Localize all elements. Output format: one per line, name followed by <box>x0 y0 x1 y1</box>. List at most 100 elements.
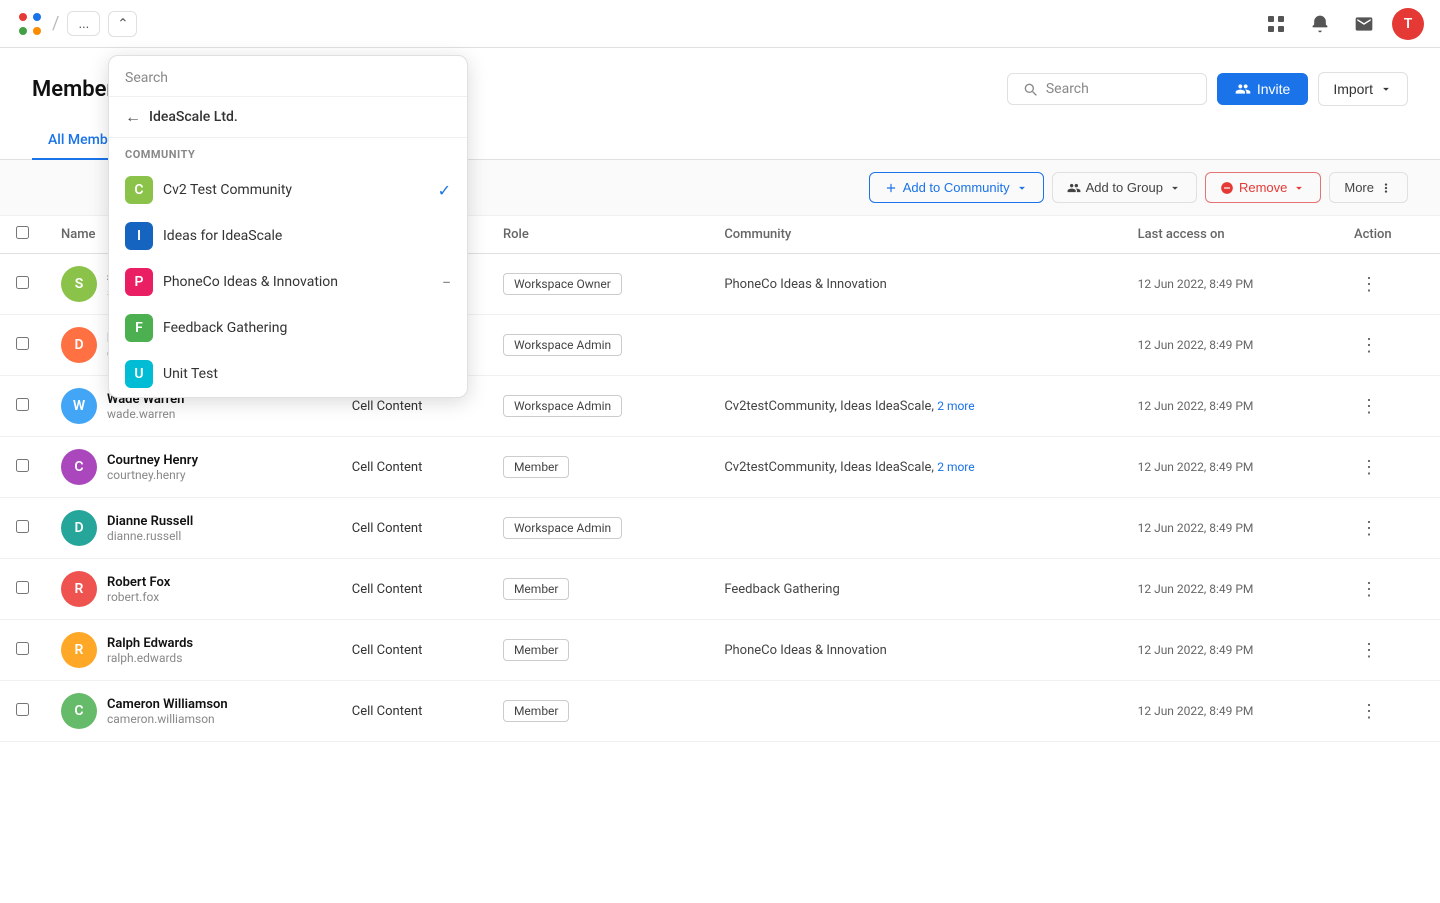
import-chevron-icon <box>1379 82 1393 96</box>
row-checkbox[interactable] <box>16 642 29 655</box>
grid-icon-button[interactable] <box>1260 8 1292 40</box>
breadcrumb-more-button[interactable]: ... <box>67 11 100 36</box>
last-access-cell: 12 Jun 2022, 8:49 PM <box>1122 620 1338 681</box>
dropdown-community-item[interactable]: U Unit Test <box>109 351 467 397</box>
row-checkbox-cell <box>0 437 45 498</box>
row-checkbox[interactable] <box>16 337 29 350</box>
nav-separator: / <box>52 13 59 34</box>
remove-button[interactable]: Remove <box>1205 172 1321 203</box>
timestamp: 12 Jun 2022, 8:49 PM <box>1138 521 1254 535</box>
row-checkbox[interactable] <box>16 703 29 716</box>
row-checkbox-cell <box>0 498 45 559</box>
community-more-link[interactable]: 2 more <box>937 399 974 413</box>
add-group-chevron-icon <box>1168 181 1182 195</box>
last-access-cell: 12 Jun 2022, 8:49 PM <box>1122 254 1338 315</box>
col-community: Community <box>708 216 1121 254</box>
row-checkbox-cell <box>0 559 45 620</box>
dropdown-back-row[interactable]: ← IdeaScale Ltd. <box>109 97 467 138</box>
add-community-chevron-icon <box>1015 181 1029 195</box>
community-item-icon: P <box>125 268 153 296</box>
role-badge: Workspace Admin <box>503 517 622 539</box>
community-item-label: Cv2 Test Community <box>163 182 292 198</box>
role-cell: Workspace Admin <box>487 315 708 376</box>
community-cell <box>708 315 1121 376</box>
member-avatar: D <box>61 327 97 363</box>
role-cell: Workspace Owner <box>487 254 708 315</box>
dropdown-search-label: Search <box>125 70 168 86</box>
community-item-label: Unit Test <box>163 366 218 382</box>
member-avatar: W <box>61 388 97 424</box>
member-details: Dianne Russell dianne.russell <box>107 514 193 543</box>
community-item-label: PhoneCo Ideas & Innovation <box>163 274 338 290</box>
import-button[interactable]: Import <box>1318 72 1408 106</box>
community-cell: Cv2testCommunity, Ideas IdeaScale, 2 mor… <box>708 437 1121 498</box>
action-dots-button[interactable]: ⋮ <box>1354 636 1384 665</box>
nav-chevron-button[interactable]: ⌃ <box>108 11 137 37</box>
dropdown-community-item[interactable]: P PhoneCo Ideas & Innovation − <box>109 259 467 305</box>
action-dots-button[interactable]: ⋮ <box>1354 697 1384 726</box>
mail-icon-button[interactable] <box>1348 8 1380 40</box>
select-all-checkbox[interactable] <box>16 226 29 239</box>
action-cell: ⋮ <box>1338 315 1440 376</box>
member-avatar: R <box>61 632 97 668</box>
action-dots-button[interactable]: ⋮ <box>1354 514 1384 543</box>
add-to-group-button[interactable]: Add to Group <box>1052 172 1197 203</box>
row-checkbox-cell <box>0 315 45 376</box>
member-name: Ralph Edwards <box>107 636 193 651</box>
member-details: Cameron Williamson cameron.williamson <box>107 697 228 726</box>
user-avatar[interactable]: T <box>1392 8 1424 40</box>
member-info: C Cameron Williamson cameron.williamson <box>61 693 320 729</box>
expand-arrow-icon: − <box>442 273 451 292</box>
col-role: Role <box>487 216 708 254</box>
row-checkbox[interactable] <box>16 276 29 289</box>
community-more-link[interactable]: 2 more <box>937 460 974 474</box>
member-cell: C Cameron Williamson cameron.williamson <box>45 681 336 742</box>
role-badge: Member <box>503 639 570 661</box>
table-row: C Cameron Williamson cameron.williamson … <box>0 681 1440 742</box>
add-to-community-button[interactable]: Add to Community <box>869 172 1044 203</box>
invite-button[interactable]: Invite <box>1217 73 1308 105</box>
search-icon <box>1022 81 1038 97</box>
member-username: robert.fox <box>107 590 170 604</box>
search-box[interactable]: Search <box>1007 73 1207 105</box>
last-access-cell: 12 Jun 2022, 8:49 PM <box>1122 559 1338 620</box>
action-cell: ⋮ <box>1338 498 1440 559</box>
timestamp: 12 Jun 2022, 8:49 PM <box>1138 582 1254 596</box>
community-item-label: Ideas for IdeaScale <box>163 228 282 244</box>
nav-left: / ... ⌃ <box>16 10 137 38</box>
community-item-icon: F <box>125 314 153 342</box>
table-row: R Robert Fox robert.fox Cell Content Mem… <box>0 559 1440 620</box>
row-checkbox[interactable] <box>16 520 29 533</box>
more-button[interactable]: More <box>1329 172 1408 203</box>
member-info: R Robert Fox robert.fox <box>61 571 320 607</box>
member-avatar: C <box>61 449 97 485</box>
row-checkbox[interactable] <box>16 581 29 594</box>
group-icon <box>1067 181 1081 195</box>
member-name: Courtney Henry <box>107 453 198 468</box>
action-dots-button[interactable]: ⋮ <box>1354 331 1384 360</box>
notification-icon-button[interactable] <box>1304 8 1336 40</box>
dropdown-community-item[interactable]: C Cv2 Test Community ✓ <box>109 167 467 213</box>
member-name: Cameron Williamson <box>107 697 228 712</box>
action-dots-button[interactable]: ⋮ <box>1354 270 1384 299</box>
member-avatar: C <box>61 693 97 729</box>
dropdown-community-item[interactable]: I Ideas for IdeaScale <box>109 213 467 259</box>
action-cell: ⋮ <box>1338 376 1440 437</box>
action-cell: ⋮ <box>1338 620 1440 681</box>
community-cell: PhoneCo Ideas & Innovation <box>708 254 1121 315</box>
community-text: Cv2testCommunity, Ideas IdeaScale, <box>724 460 937 475</box>
action-dots-button[interactable]: ⋮ <box>1354 575 1384 604</box>
action-dots-button[interactable]: ⋮ <box>1354 392 1384 421</box>
community-text: PhoneCo Ideas & Innovation <box>724 277 887 292</box>
member-cell: R Robert Fox robert.fox <box>45 559 336 620</box>
role-cell: Workspace Admin <box>487 376 708 437</box>
action-dots-button[interactable]: ⋮ <box>1354 453 1384 482</box>
grid-icon <box>1266 14 1286 34</box>
remove-chevron-icon <box>1292 181 1306 195</box>
role-cell: Member <box>487 620 708 681</box>
dropdown-community-item[interactable]: F Feedback Gathering <box>109 305 467 351</box>
community-item-icon: I <box>125 222 153 250</box>
row-checkbox[interactable] <box>16 459 29 472</box>
row-checkbox[interactable] <box>16 398 29 411</box>
mail-icon <box>1354 14 1374 34</box>
